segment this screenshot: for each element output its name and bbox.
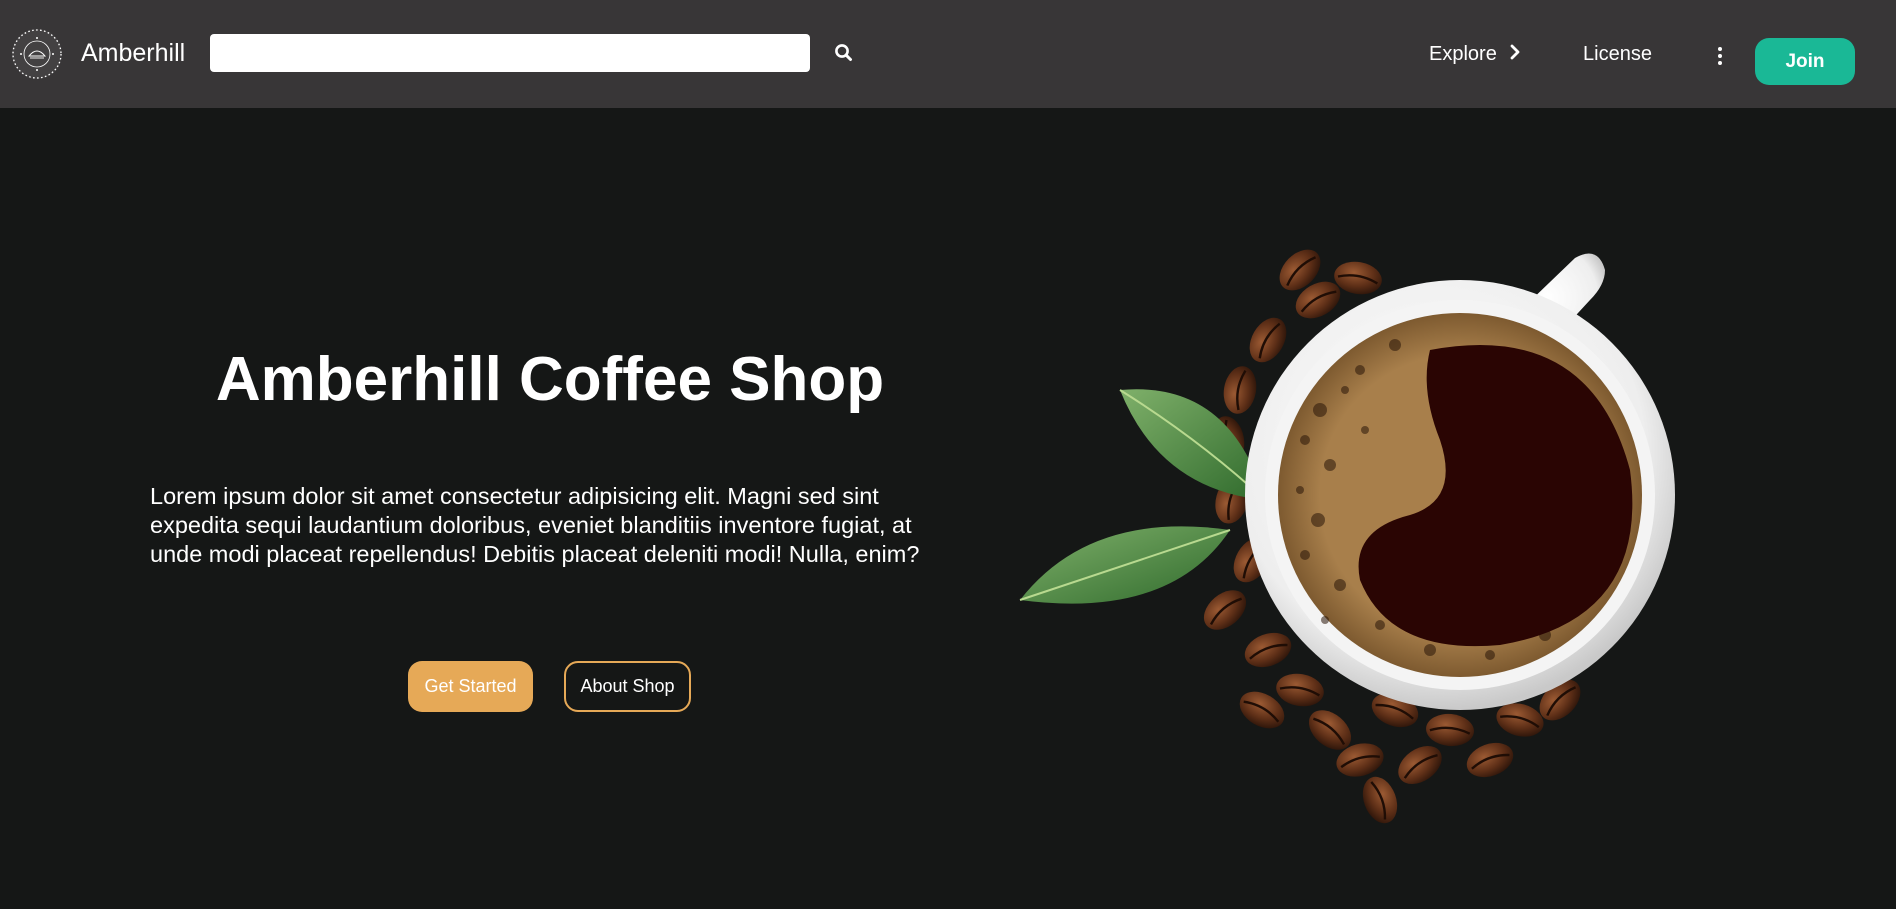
hero-description: Lorem ipsum dolor sit amet consectetur a… — [150, 483, 920, 567]
search-icon[interactable] — [832, 41, 856, 65]
nav-link-explore-label: Explore — [1429, 42, 1497, 65]
more-options-icon[interactable] — [1713, 45, 1727, 67]
join-button[interactable]: Join — [1755, 38, 1855, 85]
search-input[interactable] — [210, 34, 810, 72]
nav-link-explore[interactable]: Explore — [1429, 40, 1521, 68]
logo-icon[interactable] — [11, 28, 63, 80]
nav-link-license[interactable]: License — [1583, 40, 1652, 68]
about-shop-button[interactable]: About Shop — [564, 661, 691, 712]
get-started-button[interactable]: Get Started — [408, 661, 533, 712]
coffee-cup-image — [1000, 240, 1760, 840]
brand-name[interactable]: Amberhill — [81, 36, 185, 70]
hero-title: Amberhill Coffee Shop — [215, 345, 885, 414]
chevron-right-icon — [1509, 43, 1521, 66]
navbar: Amberhill Explore License Join — [0, 0, 1896, 108]
